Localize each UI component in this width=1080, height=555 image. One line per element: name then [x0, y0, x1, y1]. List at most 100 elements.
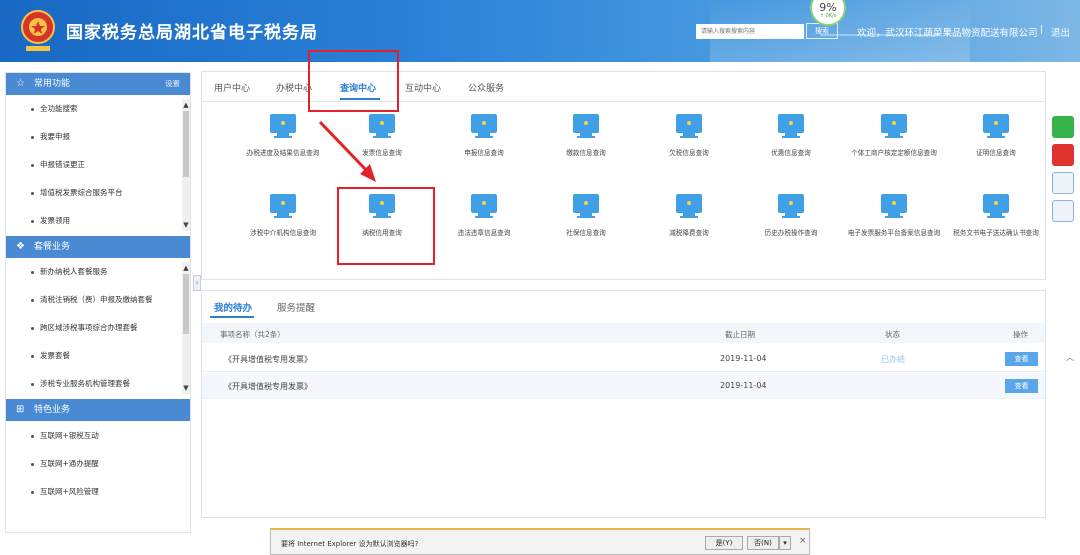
section-title: 常用功能 [34, 79, 71, 89]
service-label: 个体工商户核定定额信息查询 [851, 149, 937, 157]
service-item[interactable]: 个体工商户核定定额信息查询 [844, 114, 944, 157]
sidebar-item[interactable]: 申报错误更正 [6, 155, 182, 175]
monitor-base [987, 136, 1005, 138]
scroll-up-icon[interactable]: ︿ [1066, 352, 1074, 363]
sidebar-item[interactable]: 我要申报 [6, 127, 182, 147]
sidebar-item[interactable]: 跨区域涉税事项综合办理套餐 [6, 318, 182, 338]
service-item[interactable]: 涉税中介机构信息查询 [233, 194, 333, 237]
monitor-base [885, 136, 903, 138]
close-icon[interactable]: × [799, 536, 807, 546]
monitor-icon [471, 194, 497, 213]
sidebar-item[interactable]: 互联网+银税互动 [6, 426, 182, 446]
sidebar-item[interactable]: 增值税发票综合服务平台 [6, 183, 182, 203]
logout-link[interactable]: 退出 [1051, 25, 1070, 39]
view-button[interactable]: 查看 [1005, 379, 1038, 393]
grid-icon: ⊞ [16, 404, 25, 415]
sidebar-section-packages[interactable]: ❖ 套餐业务 [6, 236, 190, 258]
service-item[interactable]: 社保信息查询 [536, 194, 636, 237]
app2-icon[interactable] [1052, 200, 1074, 222]
service-label: 缴款信息查询 [566, 149, 606, 157]
sidebar-section-common[interactable]: ☆ 常用功能 设置 [6, 73, 190, 95]
collapse-sidebar-handle[interactable]: ‹ [193, 275, 201, 291]
service-label: 优惠信息查询 [771, 149, 811, 157]
sidebar-item[interactable]: 新办纳税人套餐服务 [6, 262, 182, 282]
item-date: 2019-11-04 [720, 354, 767, 363]
tab-tax-center[interactable]: 办税中心 [276, 81, 312, 94]
scrollbar[interactable]: ▲ ▼ [182, 262, 190, 394]
tax-emblem-icon [21, 10, 55, 51]
service-label: 历史办税操作查询 [764, 229, 818, 237]
monitor-icon [881, 114, 907, 133]
service-item[interactable]: 欠税信息查询 [639, 114, 739, 157]
no-button[interactable]: 否(N) [747, 536, 779, 550]
search-input[interactable] [696, 24, 804, 39]
monitor-base [987, 216, 1005, 218]
service-item[interactable]: 缴款信息查询 [536, 114, 636, 157]
sidebar-item[interactable]: 全功能搜索 [6, 99, 182, 119]
sidebar-item[interactable]: 互联网+通办提醒 [6, 454, 182, 474]
monitor-base [475, 216, 493, 218]
monitor-icon [270, 194, 296, 213]
scroll-up-icon[interactable]: ▲ [182, 264, 190, 272]
sidebar-item[interactable]: 涉税专业服务机构管理套餐 [6, 374, 182, 394]
service-item[interactable]: 证明信息查询 [946, 114, 1046, 157]
sidebar-item[interactable]: 发票领用 [6, 211, 182, 231]
tab-my-todo[interactable]: 我的待办 [214, 300, 252, 314]
speed-rate: ↑ 0K/s [819, 13, 837, 19]
service-item[interactable]: 减税降费查询 [639, 194, 739, 237]
tab-interaction-center[interactable]: 互动中心 [405, 81, 441, 94]
monitor-icon [983, 194, 1009, 213]
service-item[interactable]: 税务文书电子送达确认书查询 [946, 194, 1046, 237]
settings-link[interactable]: 设置 [165, 73, 180, 95]
highlight-credit-query [337, 187, 435, 265]
weibo-icon[interactable] [1052, 144, 1074, 166]
tab-public-service[interactable]: 公众服务 [468, 81, 504, 94]
service-label: 涉税中介机构信息查询 [250, 229, 316, 237]
layers-icon: ❖ [16, 241, 25, 252]
monitor-base [475, 136, 493, 138]
site-title: 国家税务总局湖北省电子税务局 [66, 23, 318, 43]
service-label: 违法违章信息查询 [457, 229, 511, 237]
monitor-base [885, 216, 903, 218]
ie-default-browser-bar: 要将 Internet Explorer 设为默认浏览器吗? 是(Y) 否(N)… [270, 528, 810, 555]
scroll-down-icon[interactable]: ▼ [182, 221, 190, 229]
yes-button[interactable]: 是(Y) [705, 536, 743, 550]
section-title: 特色业务 [34, 405, 71, 415]
app-icon[interactable] [1052, 172, 1074, 194]
monitor-base [274, 136, 292, 138]
table-row: 《开具增值税专用发票》 2019-11-04 查看 [202, 373, 1045, 399]
col-deadline: 截止日期 [725, 330, 755, 339]
monitor-base [274, 216, 292, 218]
table-header: 事项名称（共2条） 截止日期 状态 操作 [202, 323, 1045, 343]
speed-percent: 9% [819, 1, 837, 14]
no-dropdown-button[interactable]: ▾ [779, 536, 791, 550]
scroll-down-icon[interactable]: ▼ [182, 384, 190, 392]
scroll-up-icon[interactable]: ▲ [182, 101, 190, 109]
star-icon: ☆ [16, 78, 25, 89]
sidebar-item[interactable]: 清税注销税（费）申报及缴纳套餐 [6, 290, 182, 310]
section-title: 套餐业务 [34, 242, 71, 252]
monitor-icon [983, 114, 1009, 133]
search-button[interactable]: 搜索 [806, 23, 838, 39]
scrollbar[interactable]: ▲ ▼ [182, 99, 190, 231]
service-item[interactable]: 电子发票服务平台备案信息查询 [844, 194, 944, 237]
monitor-base [577, 136, 595, 138]
red-arrow-icon [318, 120, 376, 182]
tab-user-center[interactable]: 用户中心 [214, 81, 250, 94]
scroll-thumb[interactable] [183, 111, 189, 177]
wechat-icon[interactable] [1052, 116, 1074, 138]
service-item[interactable]: 历史办税操作查询 [741, 194, 841, 237]
sidebar-item[interactable]: 发票套餐 [6, 346, 182, 366]
sidebar-item[interactable]: 互联网+风险管理 [6, 482, 182, 502]
scroll-thumb[interactable] [183, 274, 189, 334]
tab-service-reminder[interactable]: 服务提醒 [277, 300, 315, 314]
service-label: 欠税信息查询 [669, 149, 709, 157]
service-item[interactable]: 优惠信息查询 [741, 114, 841, 157]
sidebar-section-featured[interactable]: ⊞ 特色业务 [6, 399, 190, 421]
service-item[interactable]: 违法违章信息查询 [434, 194, 534, 237]
view-button[interactable]: 查看 [1005, 352, 1038, 366]
monitor-base [680, 216, 698, 218]
service-item[interactable]: 申报信息查询 [434, 114, 534, 157]
ie-message: 要将 Internet Explorer 设为默认浏览器吗? [281, 540, 419, 548]
monitor-icon [573, 114, 599, 133]
